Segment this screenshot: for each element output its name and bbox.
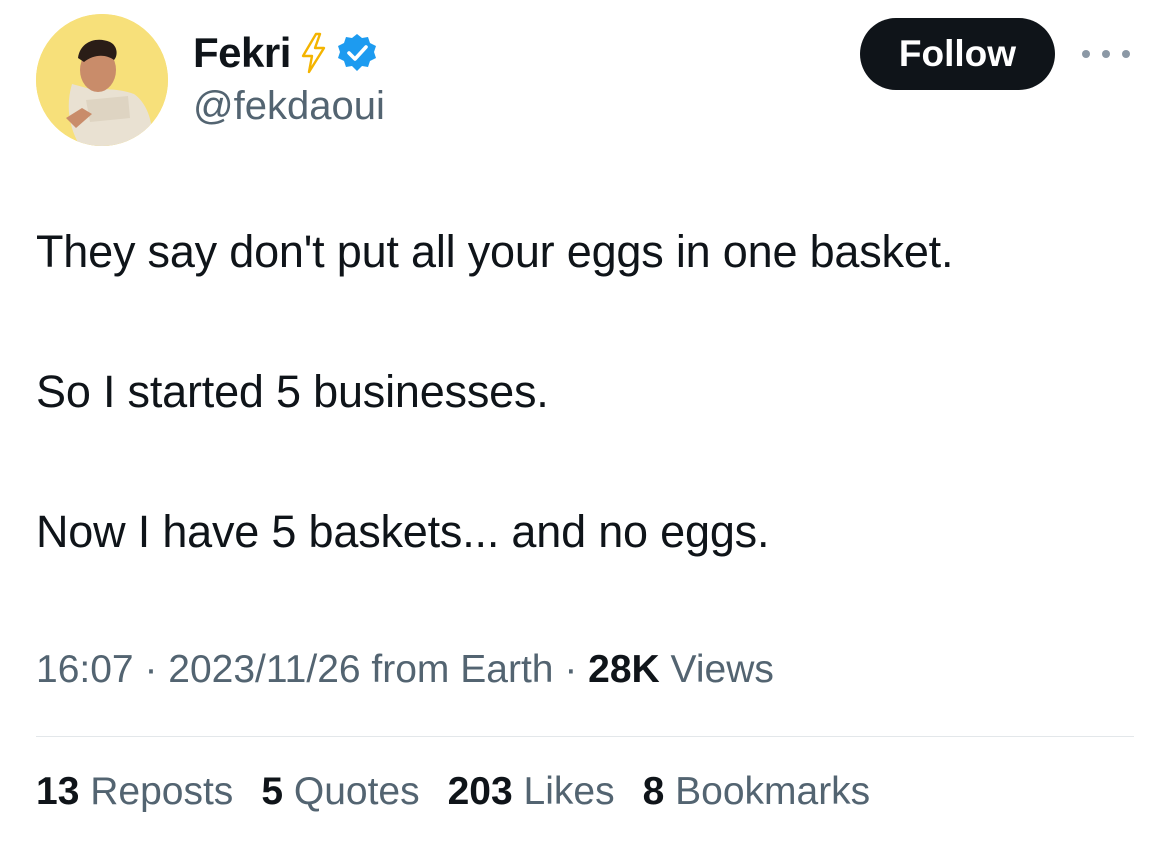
- engagement-stats: 13 Reposts 5 Quotes 203 Likes 8 Bookmark…: [36, 770, 898, 814]
- tweet-source: from Earth: [371, 648, 554, 691]
- display-name[interactable]: Fekri: [193, 29, 291, 77]
- divider: [36, 736, 1134, 737]
- avatar-photo: [36, 14, 168, 146]
- tweet-date[interactable]: 2023/11/26: [168, 648, 360, 691]
- author-handle[interactable]: @fekdaoui: [193, 84, 385, 129]
- author-name-row[interactable]: Fekri: [193, 28, 377, 78]
- lightning-bolt-icon: [299, 32, 327, 74]
- more-options-icon[interactable]: [1082, 42, 1130, 66]
- tweet-card: Fekri @fekdaoui Follow They say don't pu…: [0, 0, 1170, 854]
- stat-count: 13: [36, 770, 80, 813]
- follow-button[interactable]: Follow: [860, 18, 1055, 90]
- tweet-meta: 16:07 · 2023/11/26 from Earth · 28K View…: [36, 648, 774, 691]
- tweet-time[interactable]: 16:07: [36, 648, 134, 691]
- tweet-text-line: So I started 5 businesses.: [36, 366, 549, 417]
- stat-bookmarks[interactable]: 8 Bookmarks: [643, 770, 871, 814]
- stat-count: 203: [447, 770, 513, 813]
- stat-label: Reposts: [90, 770, 234, 813]
- more-dot: [1082, 50, 1090, 58]
- views-label: Views: [670, 648, 774, 691]
- stat-label: Likes: [523, 770, 615, 813]
- avatar[interactable]: [36, 14, 168, 146]
- stat-label: Quotes: [293, 770, 420, 813]
- stat-likes[interactable]: 203 Likes: [448, 770, 615, 814]
- more-dot: [1102, 50, 1110, 58]
- stat-count: 5: [261, 770, 284, 813]
- more-dot: [1122, 50, 1130, 58]
- stat-count: 8: [642, 770, 665, 813]
- stat-label: Bookmarks: [675, 770, 871, 813]
- stat-reposts[interactable]: 13 Reposts: [36, 770, 233, 814]
- tweet-text-line: They say don't put all your eggs in one …: [36, 226, 954, 277]
- views-count: 28K: [588, 648, 660, 691]
- stat-quotes[interactable]: 5 Quotes: [261, 770, 419, 814]
- verified-badge-icon: [337, 33, 377, 73]
- tweet-text-line: Now I have 5 baskets... and no eggs.: [36, 506, 770, 557]
